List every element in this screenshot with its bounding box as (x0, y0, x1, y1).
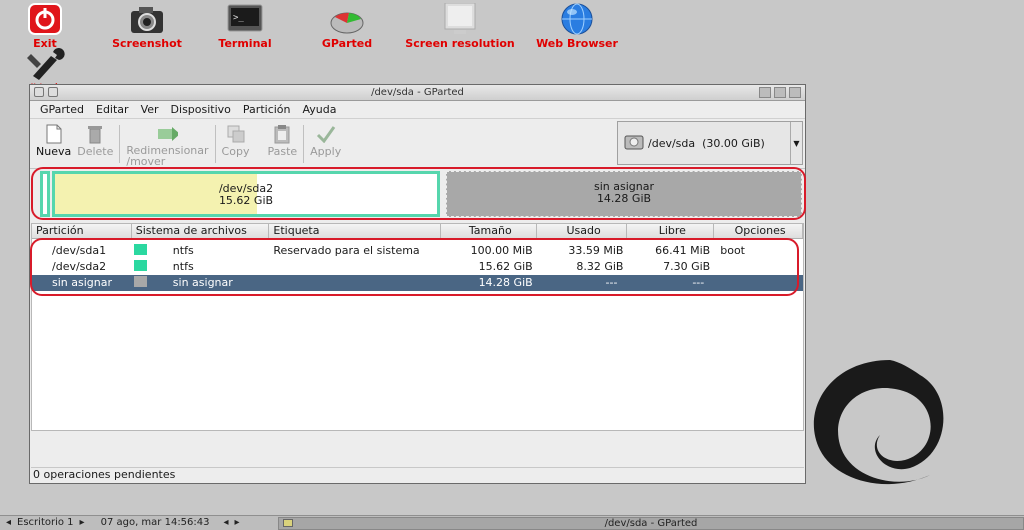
camera-icon (127, 2, 167, 36)
resize-arrow-icon (156, 123, 179, 145)
copy-label: Copy (221, 145, 250, 158)
device-selector[interactable]: /dev/sda (30.00 GiB) ▼ (617, 121, 803, 165)
debian-swirl-logo (813, 360, 944, 485)
clock: 07 ago, mar 14:56:43 (100, 517, 210, 528)
tools-icon (25, 48, 65, 82)
taskbar: ◂ Escritorio 1 ▸ 07 ago, mar 14:56:43 ◂ … (0, 515, 1024, 530)
column-header[interactable]: Usado (537, 224, 628, 238)
desktop-icon-gparted[interactable]: GParted (302, 0, 392, 50)
desktop-icon-label: Screenshot (112, 37, 182, 50)
new-partition-label: Nueva (36, 145, 72, 158)
menu-ayuda[interactable]: Ayuda (303, 103, 337, 116)
paste-button[interactable]: Paste (267, 119, 297, 158)
workspace-label[interactable]: Escritorio 1 (17, 516, 74, 530)
workspace-next-icon[interactable]: ▸ (80, 516, 85, 530)
trash-icon (84, 123, 106, 145)
status-bar: 0 operaciones pendientes (31, 467, 804, 481)
toolbar: Nueva Delete Redimensionar /mover Copy P… (30, 119, 805, 169)
resize-move-button[interactable]: Redimensionar /mover (126, 119, 209, 168)
workspace-prev-icon[interactable]: ◂ (6, 516, 11, 530)
checkmark-icon (315, 123, 337, 145)
monitor-icon (440, 2, 480, 36)
desktop-icon-label: Terminal (218, 37, 272, 50)
window-title: /dev/sda - GParted (371, 87, 464, 98)
gparted-window: /dev/sda - GParted GParted Editar Ver Di… (29, 84, 806, 484)
minimize-button[interactable] (759, 87, 771, 98)
column-header[interactable]: Tamaño (441, 224, 537, 238)
toolbar-separator (303, 125, 305, 163)
delete-label: Delete (77, 145, 114, 158)
paste-label: Paste (267, 145, 298, 158)
desktop-icon-terminal[interactable]: >_ Terminal (200, 0, 290, 50)
hard-disk-icon (624, 133, 644, 154)
column-header[interactable]: Sistema de archivos (132, 224, 270, 238)
menu-gparted[interactable]: GParted (40, 103, 84, 116)
desktop-icon-web-browser[interactable]: Web Browser (532, 0, 622, 50)
column-header[interactable]: Opciones (714, 224, 803, 238)
column-header[interactable]: Etiqueta (269, 224, 441, 238)
new-partition-button[interactable]: Nueva (36, 119, 71, 158)
task-next-icon[interactable]: ▸ (235, 516, 240, 530)
window-menu-icon[interactable] (34, 87, 44, 97)
gparted-icon (327, 2, 367, 36)
delete-button[interactable]: Delete (77, 119, 113, 158)
menu-ver[interactable]: Ver (141, 103, 159, 116)
resize-label-line2: /mover (126, 155, 166, 168)
highlight-frame (31, 167, 806, 220)
device-selector-label: /dev/sda (30.00 GiB) (648, 136, 765, 150)
toolbar-separator (119, 125, 121, 163)
maximize-button[interactable] (774, 87, 786, 98)
menu-editar[interactable]: Editar (96, 103, 129, 116)
paste-icon (271, 123, 293, 145)
desktop-icon-exit[interactable]: Exit (0, 0, 90, 50)
table-header: Partición Sistema de archivos Etiqueta T… (32, 224, 803, 239)
window-titlebar[interactable]: /dev/sda - GParted (30, 85, 805, 101)
highlight-frame (30, 238, 799, 296)
column-header[interactable]: Partición (32, 224, 132, 238)
dropdown-arrow-icon[interactable]: ▼ (790, 122, 802, 164)
desktop-icon-label: Screen resolution (405, 37, 515, 50)
desktop-icon-screenshot[interactable]: Screenshot (102, 0, 192, 50)
menu-particion[interactable]: Partición (243, 103, 291, 116)
terminal-icon: >_ (225, 2, 265, 36)
desktop-icon-screen-resolution[interactable]: Screen resolution (400, 0, 520, 50)
svg-text:>_: >_ (233, 13, 244, 23)
apply-label: Apply (310, 145, 342, 158)
copy-button[interactable]: Copy (221, 119, 250, 158)
close-button[interactable] (789, 87, 801, 98)
menu-dispositivo[interactable]: Dispositivo (171, 103, 231, 116)
toolbar-separator (214, 125, 216, 163)
app-icon (48, 87, 58, 97)
copy-icon (225, 123, 247, 145)
menubar: GParted Editar Ver Dispositivo Partición… (30, 101, 805, 119)
power-icon (25, 2, 65, 36)
globe-icon (557, 2, 597, 36)
window-icon (283, 519, 293, 527)
desktop-icon-label: Web Browser (536, 37, 618, 50)
task-prev-icon[interactable]: ◂ (224, 516, 229, 530)
task-title: /dev/sda - GParted (604, 518, 698, 529)
desktop-icon-label: GParted (321, 37, 373, 50)
column-header[interactable]: Libre (627, 224, 715, 238)
taskbar-task-gparted[interactable]: /dev/sda - GParted (278, 517, 1024, 530)
new-document-icon (43, 123, 65, 145)
apply-button[interactable]: Apply (310, 119, 341, 158)
